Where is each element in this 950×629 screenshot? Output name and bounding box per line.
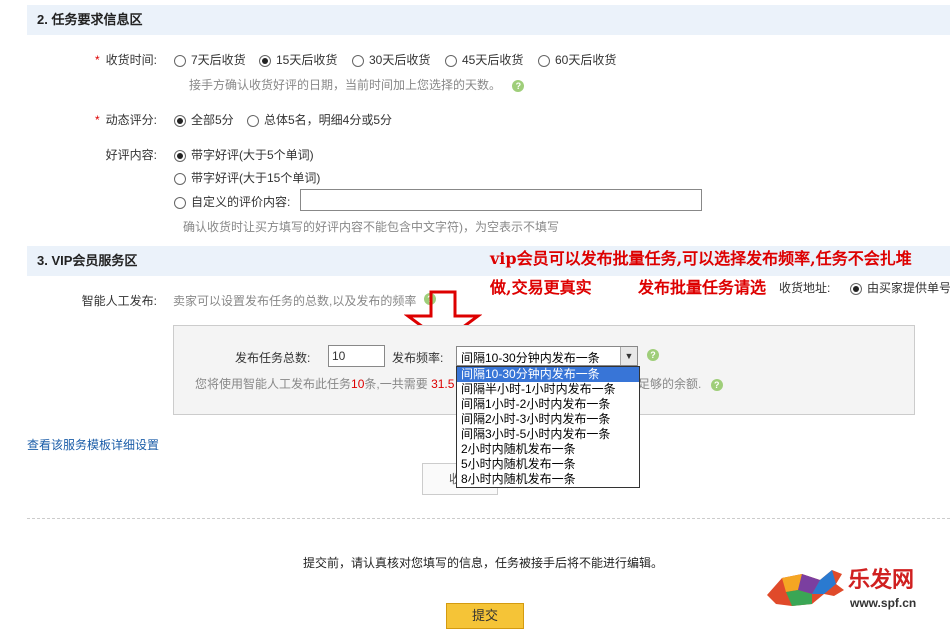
radio-icon (538, 54, 550, 67)
annotation-line3: 发布批量任务请选 (638, 278, 767, 297)
radio-icon (247, 114, 259, 127)
annotation-line2: 做,交易更真实 (490, 278, 592, 297)
section2-header: 2. 任务要求信息区 (27, 5, 950, 35)
chevron-down-icon[interactable]: ▼ (620, 347, 637, 365)
freq-option[interactable]: 5小时内随机发布一条 (457, 457, 639, 472)
receive-time-hint: 接手方确认收货好评的日期，当前时间加上您选择的天数。 ? (189, 76, 525, 93)
radio-checked-icon (850, 282, 862, 295)
radio-icon (174, 54, 186, 67)
help-icon[interactable]: ? (647, 349, 659, 361)
receive-45d-radio[interactable]: 45天后收货 (445, 51, 523, 68)
smart-publish-hint: 卖家可以设置发布任务的总数,以及发布的频率 (173, 294, 417, 308)
radio-icon (174, 172, 186, 185)
rating-mixed-radio[interactable]: 总体5名，明细4分或5分 (247, 111, 392, 128)
summary-suffix: 足够的余额. ? (638, 375, 723, 392)
freq-option[interactable]: 间隔3小时-5小时内发布一条 (457, 427, 639, 442)
freq-option[interactable]: 2小时内随机发布一条 (457, 442, 639, 457)
radio-icon (352, 54, 364, 67)
freq-dropdown-list: 间隔10-30分钟内发布一条 间隔半小时-1小时内发布一条 间隔1小时-2小时内… (456, 366, 640, 488)
template-settings-link[interactable]: 查看该服务模板详细设置 (27, 436, 159, 453)
watermark-brand: 乐发网 (848, 567, 915, 593)
review-5words-radio[interactable]: 带字好评(大于5个单词) (174, 146, 314, 163)
radio-checked-icon (174, 149, 186, 162)
freq-label: 发布频率: (392, 351, 444, 365)
total-label: 发布任务总数: (235, 351, 311, 365)
section3-title: 3. VIP会员服务区 (37, 253, 138, 268)
freq-option[interactable]: 8小时内随机发布一条 (457, 472, 639, 487)
freq-option[interactable]: 间隔半小时-1小时内发布一条 (457, 382, 639, 397)
total-input[interactable]: 10 (328, 345, 385, 367)
smart-publish-label: 智能人工发布: (81, 294, 157, 308)
bull-logo-icon (767, 570, 844, 606)
divider (27, 518, 950, 519)
summary-text: 您将使用智能人工发布此任务10条,一共需要 31.5 (195, 377, 455, 391)
radio-icon (445, 54, 457, 67)
freq-option[interactable]: 间隔2小时-3小时内发布一条 (457, 412, 639, 427)
address-buyer-radio[interactable]: 由买家提供单号 (850, 279, 950, 296)
rating-all5-radio[interactable]: 全部5分 (174, 111, 234, 128)
receive-15d-radio[interactable]: 15天后收货 (259, 51, 337, 68)
submit-notice: 提交前，请认真核对您填写的信息，任务被接手后将不能进行编辑。 (303, 556, 664, 570)
freq-option[interactable]: 间隔1小时-2小时内发布一条 (457, 397, 639, 412)
radio-icon (174, 196, 186, 209)
review-15words-radio[interactable]: 带字好评(大于15个单词) (174, 169, 320, 186)
receive-60d-radio[interactable]: 60天后收货 (538, 51, 616, 68)
receive-7d-radio[interactable]: 7天后收货 (174, 51, 246, 68)
section2-title: 2. 任务要求信息区 (37, 12, 143, 27)
review-custom-radio[interactable]: 自定义的评价内容: (174, 193, 290, 210)
submit-button[interactable]: 提交 (446, 603, 524, 629)
custom-review-input[interactable] (300, 189, 702, 211)
review-hint: 确认收货时让买方填写的好评内容不能包含中文字符)，为空表示不填写 (183, 220, 559, 234)
annotation-line1: vip会员可以发布批量任务,可以选择发布频率,任务不会扎堆 (490, 249, 912, 268)
watermark-url: www.spf.cn (850, 596, 917, 610)
help-icon[interactable]: ? (512, 79, 525, 92)
radio-checked-icon (174, 114, 186, 127)
receive-time-label: * 收货时间: (94, 53, 157, 67)
help-icon[interactable]: ? (710, 378, 723, 391)
rating-label: * 动态评分: (94, 113, 157, 127)
address-label: 收货地址: (779, 281, 831, 295)
review-label: 好评内容: (105, 148, 157, 162)
radio-checked-icon (259, 54, 271, 67)
freq-option[interactable]: 间隔10-30分钟内发布一条 (457, 367, 639, 382)
receive-30d-radio[interactable]: 30天后收货 (352, 51, 430, 68)
freq-select[interactable]: 间隔10-30分钟内发布一条 ▼ (456, 346, 638, 366)
